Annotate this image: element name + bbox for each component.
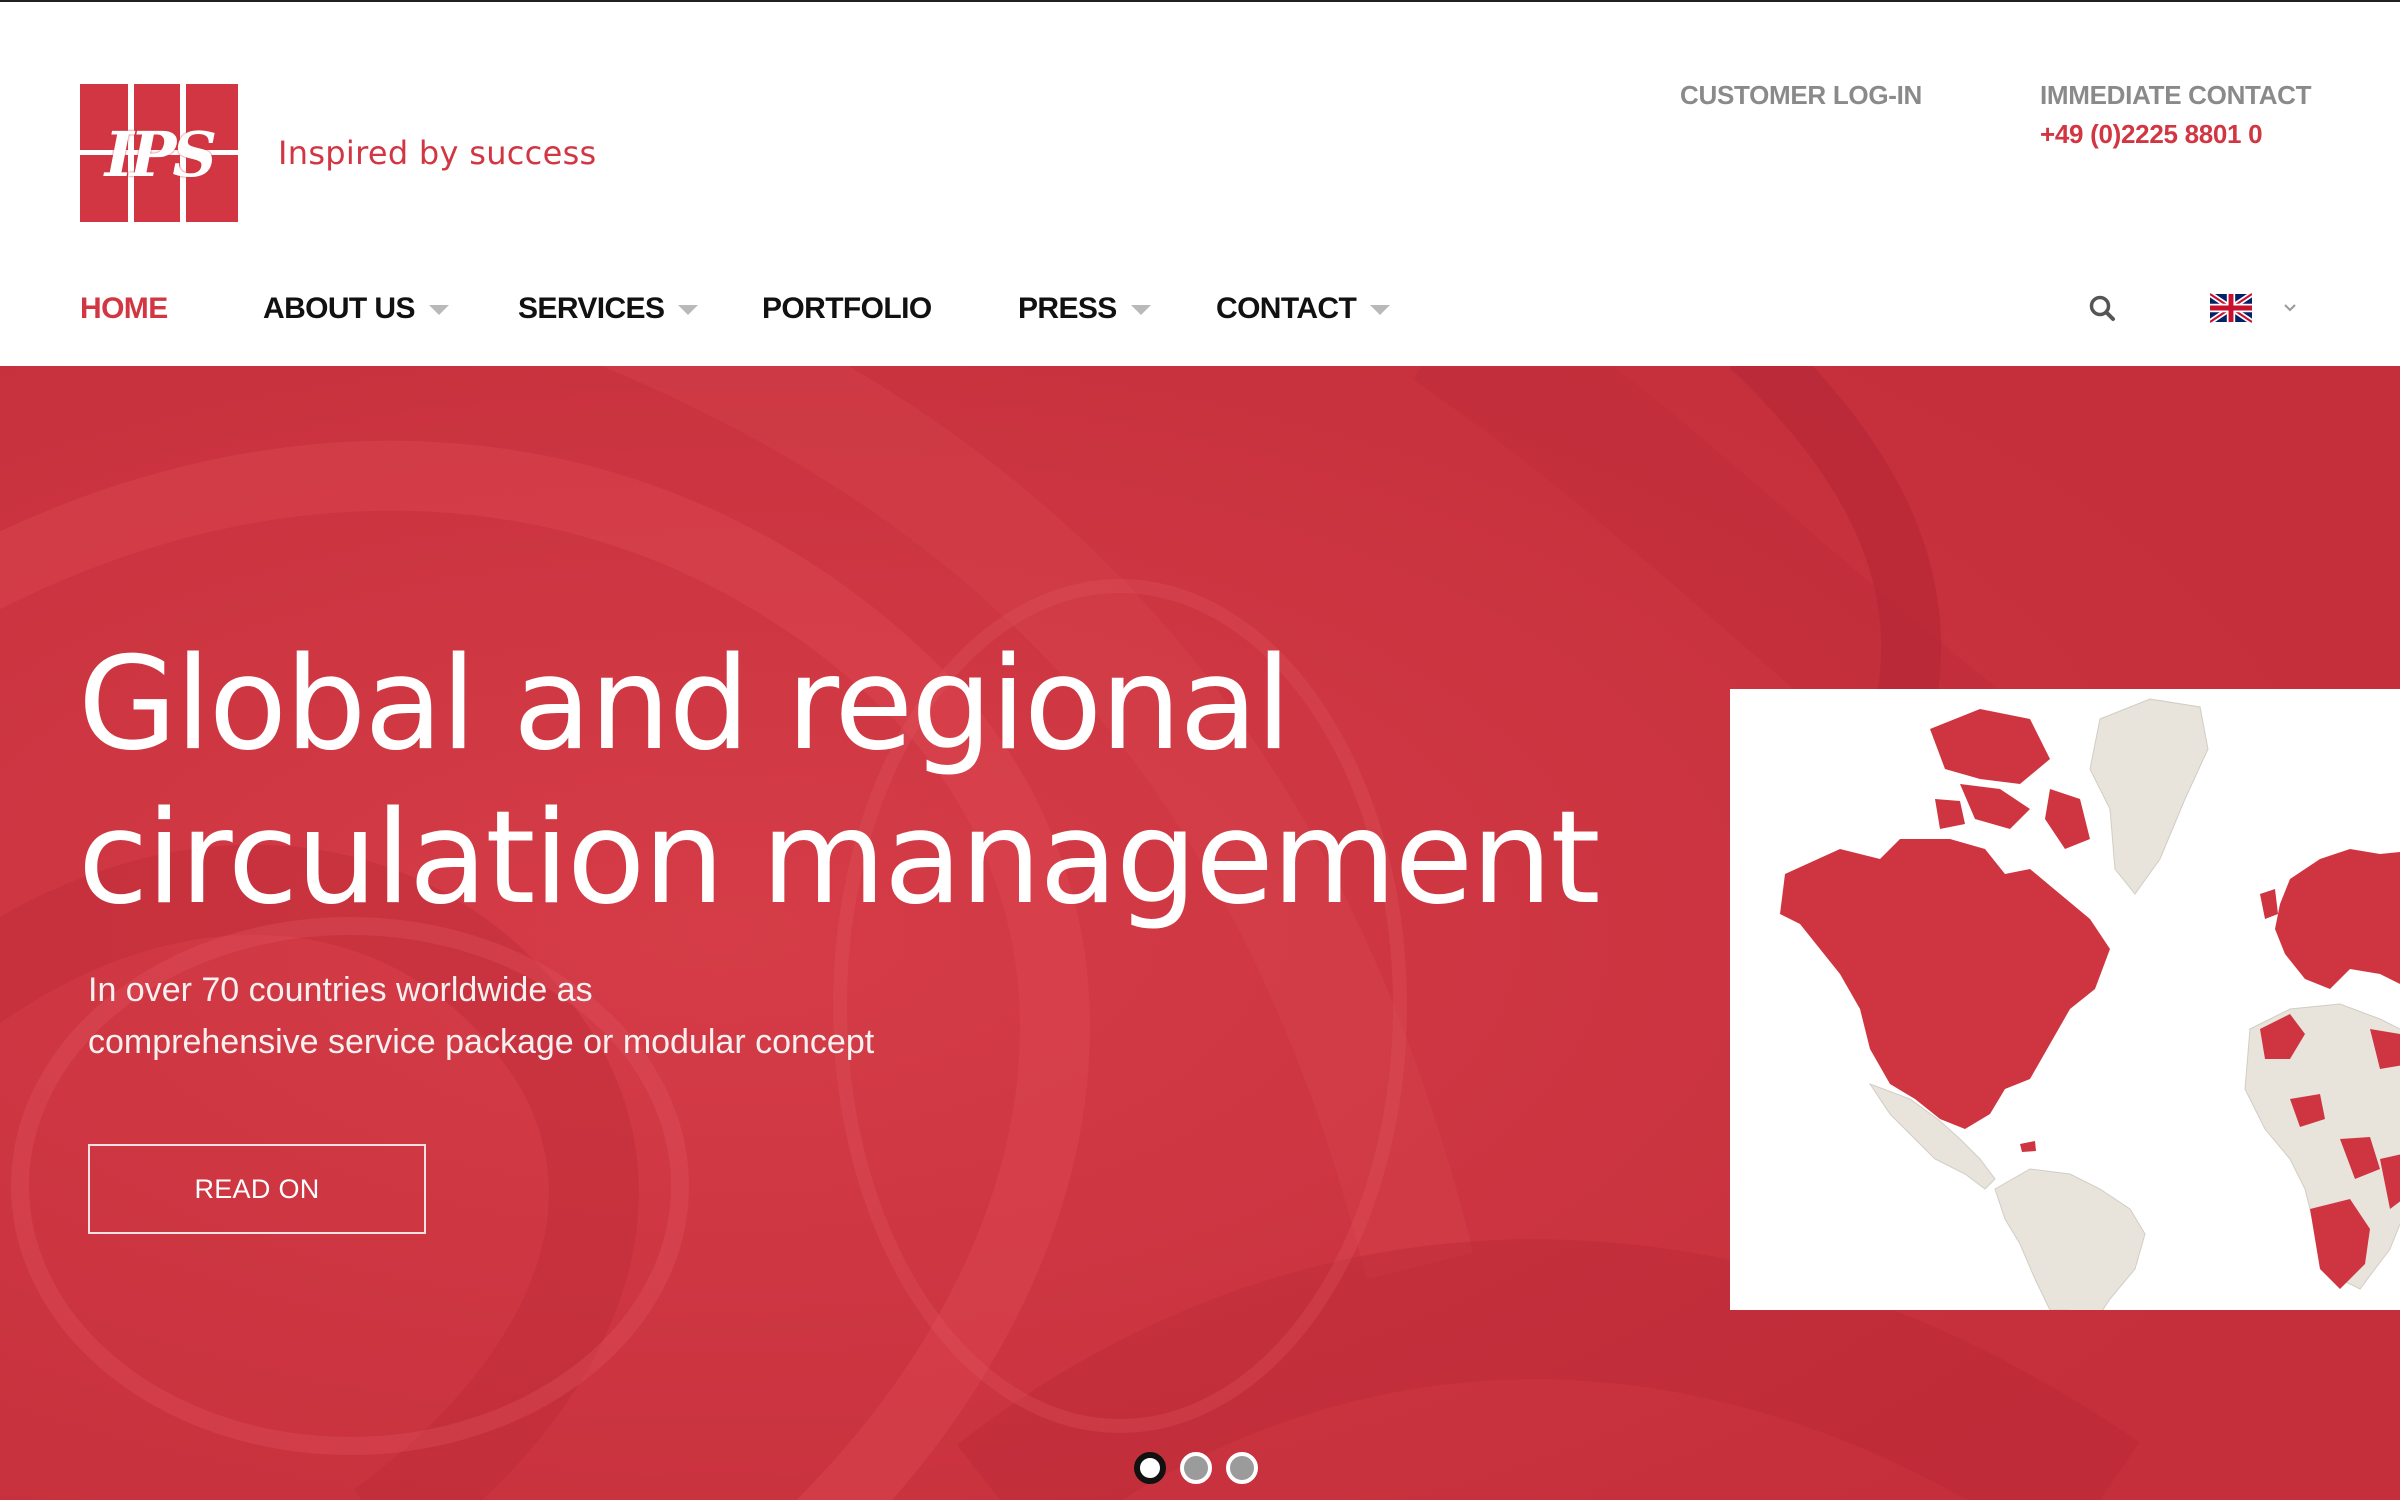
slide-dot-3[interactable]	[1226, 1452, 1258, 1484]
nav-item-label: SERVICES	[518, 292, 665, 325]
hero-title-line: Global and regional	[78, 630, 1291, 779]
slide-dot-1[interactable]	[1134, 1452, 1166, 1484]
world-map-image	[1730, 689, 2400, 1310]
chevron-down-icon	[2284, 304, 2296, 312]
nav-item-about-us[interactable]: ABOUT US	[263, 284, 449, 334]
nav-item-label: PORTFOLIO	[762, 292, 932, 325]
uk-flag-icon	[2210, 292, 2252, 324]
immediate-contact: IMMEDIATE CONTACT +49 (0)2225 8801 0	[2040, 80, 2312, 150]
tagline: Inspired by success	[278, 134, 597, 172]
hero-slider: Global and regional circulation manageme…	[0, 366, 2400, 1500]
nav-item-services[interactable]: SERVICES	[518, 284, 699, 334]
contact-label: IMMEDIATE CONTACT	[2040, 80, 2312, 110]
contact-phone-link[interactable]: +49 (0)2225 8801 0	[2040, 119, 2311, 150]
hero-title-line: circulation management	[78, 784, 1601, 933]
logo-monogram: IPS	[104, 118, 217, 191]
caret-down-icon	[678, 305, 699, 315]
language-selector[interactable]	[2210, 292, 2298, 324]
nav-item-contact[interactable]: CONTACT	[1216, 284, 1391, 334]
site-header: IPS Inspired by success CUSTOMER LOG-IN …	[0, 2, 2400, 366]
nav-item-label: HOME	[80, 292, 168, 325]
nav-item-label: ABOUT US	[263, 292, 415, 325]
hero-title: Global and regional circulation manageme…	[78, 628, 1678, 936]
world-map-icon	[1730, 689, 2400, 1310]
slider-pagination	[1134, 1452, 1272, 1484]
nav-item-press[interactable]: PRESS	[1018, 284, 1151, 334]
logo-link[interactable]: IPS Inspired by success	[80, 84, 597, 222]
search-icon	[2089, 295, 2115, 321]
logo: IPS	[80, 84, 238, 222]
hero-subtitle-line: In over 70 countries worldwide as	[88, 971, 593, 1009]
slide-dot-2[interactable]	[1180, 1452, 1212, 1484]
search-button[interactable]	[2086, 292, 2120, 326]
hero-subtitle: In over 70 countries worldwide as compre…	[88, 964, 1088, 1068]
caret-down-icon	[428, 305, 449, 315]
hero-subtitle-line: comprehensive service package or modular…	[88, 1023, 875, 1061]
caret-down-icon	[1130, 305, 1151, 315]
nav-item-home[interactable]: HOME	[80, 284, 168, 334]
caret-down-icon	[1370, 305, 1391, 315]
nav-item-label: PRESS	[1018, 292, 1117, 325]
customer-login-link[interactable]: CUSTOMER LOG-IN	[1680, 80, 1922, 111]
nav-item-portfolio[interactable]: PORTFOLIO	[762, 284, 932, 334]
read-on-button[interactable]: READ ON	[88, 1144, 426, 1234]
nav-item-label: CONTACT	[1216, 292, 1357, 325]
